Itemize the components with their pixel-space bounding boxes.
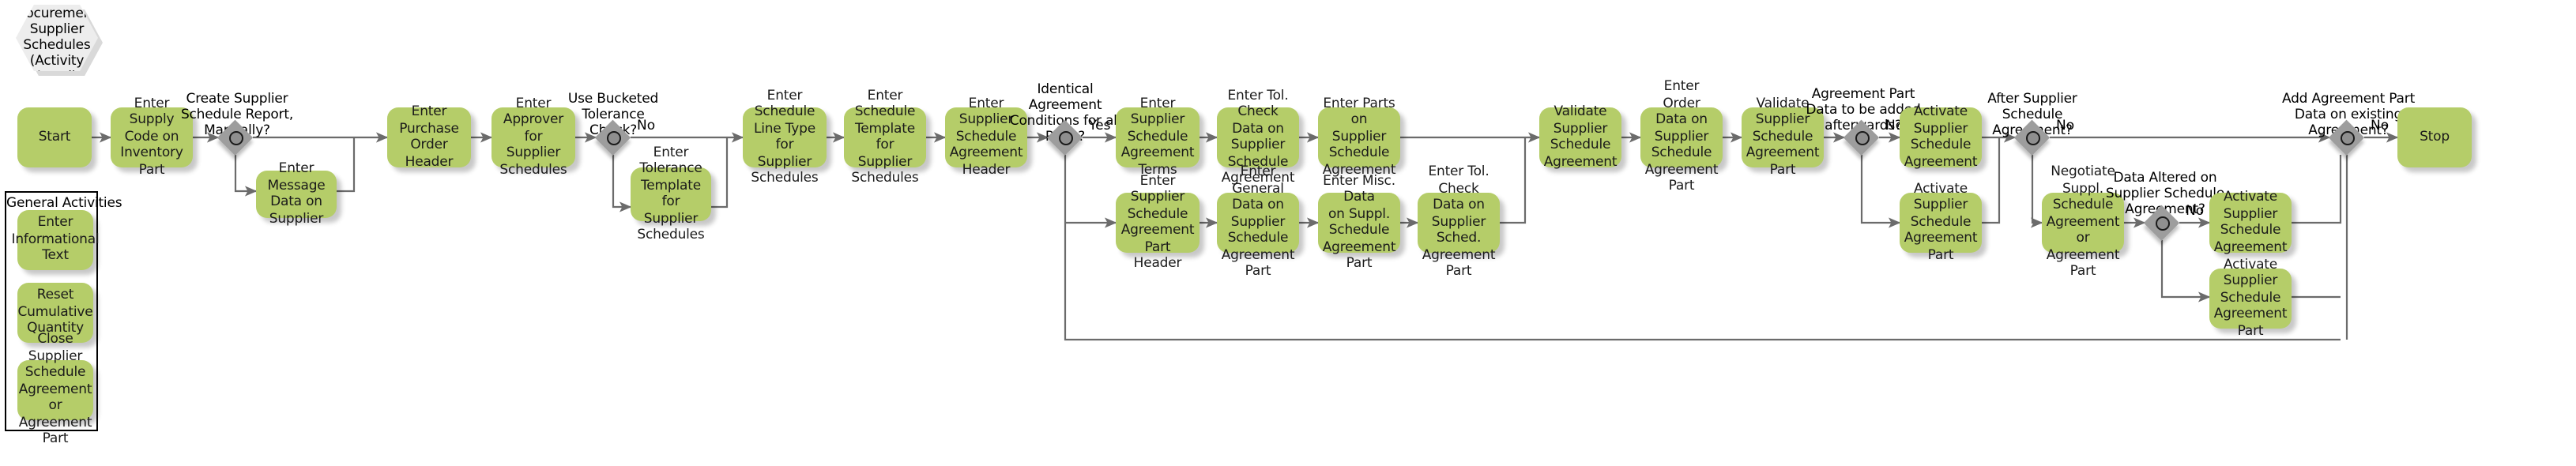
gateway-identical-agreement-conditions[interactable] (1048, 120, 1083, 155)
gateway-circle-icon (2340, 130, 2354, 145)
branch-label-data-altered-no: No (2186, 204, 2205, 220)
branch-label-bucketed-no: No (637, 118, 656, 134)
branch-label-identical-yes: Yes (1089, 118, 1111, 134)
gateway-circle-icon (1058, 130, 1072, 145)
node-enter-schedule-line-type[interactable]: Enter Schedule Line Type for Supplier Sc… (743, 88, 827, 186)
gateway-add-agreement-part-data[interactable] (2329, 120, 2364, 155)
node-validate-agreement[interactable]: Validate Supplier Schedule Agreement (1539, 104, 1621, 170)
general-activity-enter-informational-text[interactable]: Enter Informational Text (12, 210, 100, 270)
general-activity-close-supplier-schedule-agreement[interactable]: Close Supplier Schedule Agreement or Agr… (17, 333, 93, 448)
node-enter-general-data-part[interactable]: Enter General Data on Supplier Schedule … (1217, 165, 1299, 280)
branch-label-add-part-no: No (2371, 118, 2390, 134)
node-enter-agreement-terms[interactable]: Enter Supplier Schedule Agreement Terms (1116, 96, 1199, 179)
gateway-circle-icon (1855, 130, 1869, 145)
node-start[interactable]: Start (17, 107, 92, 167)
node-enter-tol-check-data-agreement[interactable]: Enter Tol. Check Data on Supplier Schedu… (1217, 88, 1299, 186)
gateway-data-altered-on-agreement[interactable] (2145, 205, 2179, 240)
gateway-circle-icon (2155, 216, 2169, 230)
node-enter-misc-data-part[interactable]: Enter Misc. Data on Suppl. Schedule Agre… (1318, 173, 1400, 272)
gateway-agreement-part-data-afterwards[interactable] (1844, 120, 1879, 155)
gateway-alter-supplier-schedule-agreement[interactable] (2015, 120, 2050, 155)
node-enter-tolerance-template[interactable]: Enter Tolerance Template for Supplier Sc… (631, 145, 711, 243)
node-enter-order-data-part[interactable]: Enter Order Data on Supplier Schedule Ag… (1640, 80, 1723, 195)
node-enter-message-data[interactable]: Enter Message Data on Supplier (256, 161, 337, 227)
node-enter-parts-on-agreement[interactable]: Enter Parts on Supplier Schedule Agreeme… (1318, 96, 1400, 179)
node-enter-schedule-template[interactable]: Enter Schedule Template for Supplier Sch… (844, 88, 926, 186)
node-enter-purchase-order-header[interactable]: Enter Purchase Order Header (387, 104, 471, 170)
branch-label-alter-no: No (2056, 118, 2075, 134)
gateway-circle-icon (606, 130, 620, 145)
gateway-circle-icon (228, 130, 243, 145)
gateway-circle-icon (2025, 130, 2039, 145)
node-enter-agreement-part-header[interactable]: Enter Supplier Schedule Agreement Part H… (1116, 173, 1199, 272)
node-activate-agreement-part-1[interactable]: Activate Supplier Schedule Agreement Par… (1900, 182, 1982, 264)
gateway-create-supplier-schedule-report[interactable] (218, 120, 253, 155)
general-activities-title: General Activities (6, 196, 122, 212)
node-activate-agreement-part-2[interactable]: Activate Supplier Schedule Agreement Par… (2209, 257, 2292, 340)
flowchart-canvas: Basic Data Procurement, Supplier Schedul… (0, 0, 2576, 466)
node-activate-agreement-2[interactable]: Activate Supplier Schedule Agreement (2209, 190, 2292, 255)
gateway-use-bucketed-tolerance-check[interactable] (596, 120, 631, 155)
node-enter-tol-check-data-part[interactable]: Enter Tol. Check Data on Supplier Sched.… (1418, 165, 1500, 280)
node-stop[interactable]: Stop (2397, 107, 2472, 167)
